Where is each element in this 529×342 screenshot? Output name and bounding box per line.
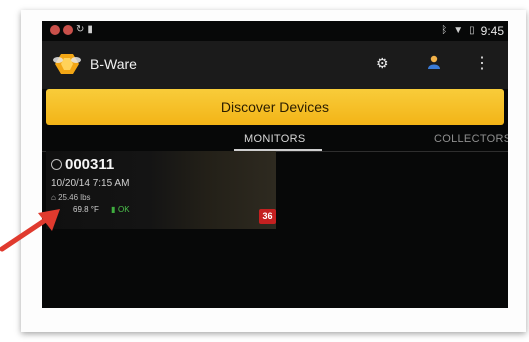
monitor-weight: ⌂ 25.46 lbs bbox=[51, 193, 91, 202]
battery-ok-icon: ▮ bbox=[111, 205, 116, 214]
monitor-id: 000311 bbox=[65, 156, 115, 173]
device-screen: ↻ ▮ ᛒ ▼ ▯ 9:45 B-Ware ⚙ ⋮ Discover Devic… bbox=[42, 21, 508, 308]
status-bar: ↻ ▮ ᛒ ▼ ▯ 9:45 bbox=[42, 21, 508, 41]
gear-icon[interactable]: ⚙ bbox=[376, 55, 389, 72]
radio-icon[interactable] bbox=[51, 159, 62, 170]
storage-icon: ▮ bbox=[87, 24, 93, 35]
alert-count-badge: 36 bbox=[259, 209, 276, 224]
notification-icon bbox=[50, 25, 60, 35]
monitor-status: OK bbox=[118, 205, 130, 214]
weight-value: 25.46 lbs bbox=[58, 193, 91, 202]
sync-icon: ↻ bbox=[76, 24, 85, 35]
clock: 9:45 bbox=[480, 24, 504, 38]
annotation-arrow-icon bbox=[0, 209, 60, 252]
notification-icon bbox=[63, 25, 73, 35]
battery-icon: ▯ bbox=[469, 25, 475, 36]
overflow-menu-icon[interactable]: ⋮ bbox=[474, 53, 490, 73]
bluetooth-icon: ᛒ bbox=[441, 25, 448, 36]
bee-logo-icon[interactable] bbox=[52, 52, 82, 76]
tab-monitors[interactable]: MONITORS bbox=[244, 133, 305, 145]
app-title: B-Ware bbox=[90, 56, 137, 72]
monitor-card[interactable]: 000311 10/20/14 7:15 AM ⌂ 25.46 lbs 69.8… bbox=[46, 151, 276, 229]
monitor-timestamp: 10/20/14 7:15 AM bbox=[51, 178, 130, 189]
tab-collectors[interactable]: COLLECTORS bbox=[434, 133, 508, 145]
user-icon[interactable] bbox=[428, 55, 440, 72]
tab-bar: MONITORS COLLECTORS bbox=[42, 127, 508, 153]
app-bar: B-Ware ⚙ ⋮ bbox=[42, 41, 508, 89]
wifi-icon: ▼ bbox=[453, 25, 464, 36]
monitor-temperature: 69.8 °F bbox=[73, 205, 99, 214]
discover-devices-button[interactable]: Discover Devices bbox=[46, 89, 504, 125]
